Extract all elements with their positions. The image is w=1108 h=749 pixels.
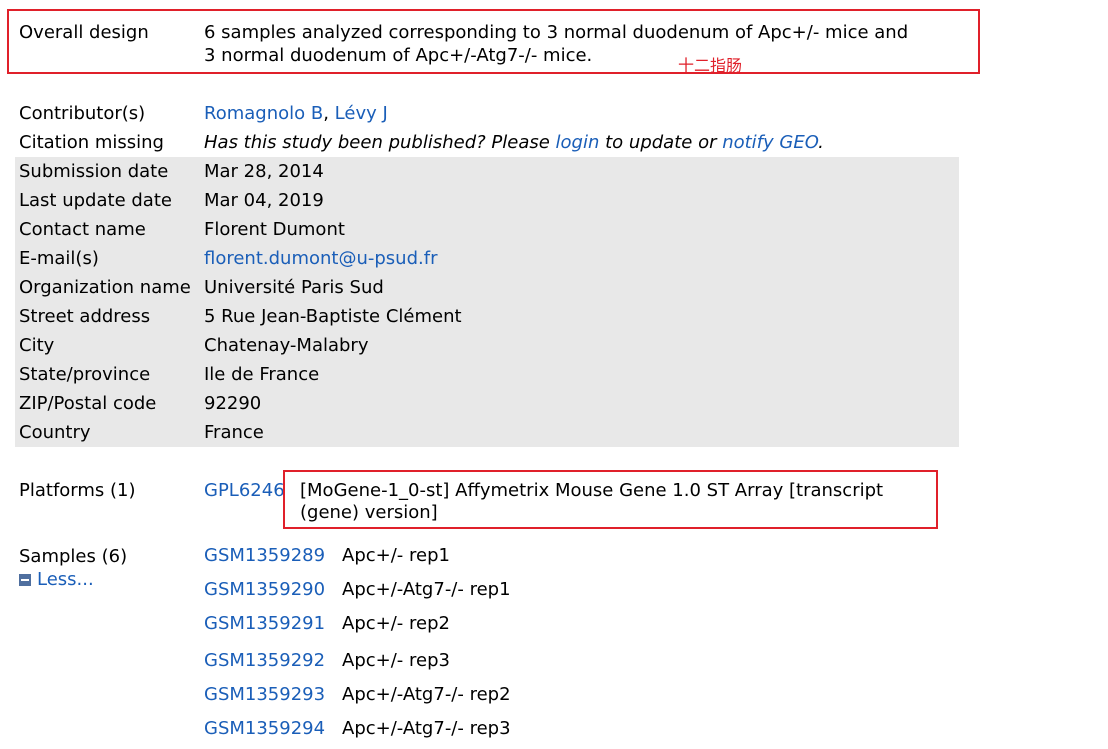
less-toggle[interactable]: Less... <box>19 569 94 590</box>
last-update-date-value: Mar 04, 2019 <box>204 190 324 211</box>
duodenum-annotation: 十二指肠 <box>678 56 743 75</box>
collapse-icon <box>19 574 31 586</box>
country-label: Country <box>19 422 91 443</box>
sample-title: Apc+/-Atg7-/- rep2 <box>342 684 511 705</box>
sample-title: Apc+/-Atg7-/- rep1 <box>342 579 511 600</box>
platform-link-gpl6246[interactable]: GPL6246 <box>204 480 285 501</box>
last-update-date-label: Last update date <box>19 190 172 211</box>
citation-text-before: Has this study been published? Please <box>204 132 556 153</box>
organization-name-label: Organization name <box>19 277 191 298</box>
sample-title: Apc+/- rep1 <box>342 545 450 566</box>
state-province-label: State/province <box>19 364 151 385</box>
overall-design-text-line2: 3 normal duodenum of Apc+/-Atg7-/- mice. <box>204 45 593 66</box>
contributor-link-levy[interactable]: Lévy J <box>335 103 388 124</box>
less-link[interactable]: Less... <box>37 569 94 590</box>
login-link[interactable]: login <box>556 132 600 153</box>
notify-geo-link[interactable]: notify GEO <box>722 132 818 153</box>
contributor-link-romagnolo[interactable]: Romagnolo B <box>204 103 323 124</box>
sample-link-gsm1359291[interactable]: GSM1359291 <box>204 613 325 634</box>
city-value: Chatenay-Malabry <box>204 335 369 356</box>
organization-name-value: Université Paris Sud <box>204 277 384 298</box>
samples-label: Samples (6) <box>19 546 128 567</box>
citation-text-after: . <box>818 132 824 153</box>
zip-code-value: 92290 <box>204 393 262 414</box>
overall-design-label: Overall design <box>19 22 149 43</box>
platforms-label: Platforms (1) <box>19 480 136 501</box>
contributors-value: Romagnolo B, Lévy J <box>204 103 388 124</box>
city-label: City <box>19 335 55 356</box>
contact-name-label: Contact name <box>19 219 146 240</box>
contact-name-value: Florent Dumont <box>204 219 345 240</box>
sample-link-gsm1359293[interactable]: GSM1359293 <box>204 684 325 705</box>
street-address-value: 5 Rue Jean-Baptiste Clément <box>204 306 462 327</box>
sample-title: Apc+/- rep3 <box>342 650 450 671</box>
zip-code-label: ZIP/Postal code <box>19 393 157 414</box>
sample-link-gsm1359290[interactable]: GSM1359290 <box>204 579 325 600</box>
submission-date-value: Mar 28, 2014 <box>204 161 324 182</box>
citation-text-middle: to update or <box>599 132 723 153</box>
platform-description-line2: (gene) version] <box>300 502 438 523</box>
state-province-value: Ile de France <box>204 364 320 385</box>
platform-description-line1: [MoGene-1_0-st] Affymetrix Mouse Gene 1.… <box>300 480 884 501</box>
citation-message: Has this study been published? Please lo… <box>204 132 824 153</box>
sample-title: Apc+/- rep2 <box>342 613 450 634</box>
sample-link-gsm1359289[interactable]: GSM1359289 <box>204 545 325 566</box>
contributor-separator: , <box>323 103 335 124</box>
sample-link-gsm1359292[interactable]: GSM1359292 <box>204 650 325 671</box>
overall-design-text-line1: 6 samples analyzed corresponding to 3 no… <box>204 22 909 43</box>
submission-date-label: Submission date <box>19 161 169 182</box>
email-label: E-mail(s) <box>19 248 99 269</box>
contributors-label: Contributor(s) <box>19 103 146 124</box>
sample-title: Apc+/-Atg7-/- rep3 <box>342 718 511 739</box>
email-link[interactable]: florent.dumont@u-psud.fr <box>204 248 437 269</box>
country-value: France <box>204 422 264 443</box>
sample-link-gsm1359294[interactable]: GSM1359294 <box>204 718 325 739</box>
street-address-label: Street address <box>19 306 151 327</box>
citation-label: Citation missing <box>19 132 164 153</box>
